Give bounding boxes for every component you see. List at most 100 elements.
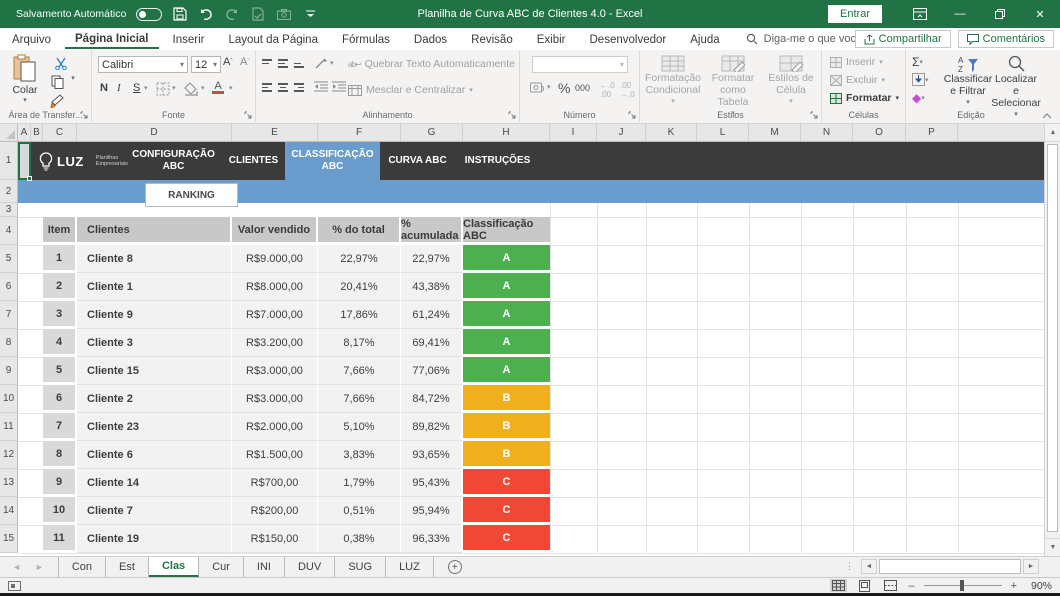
page-break-view-icon[interactable] <box>882 579 899 592</box>
ribbon-tab[interactable]: Página Inicial <box>65 30 159 49</box>
column-header[interactable]: O <box>853 124 906 142</box>
autosave-toggle[interactable] <box>136 8 162 21</box>
valor-cell[interactable]: R$200,00 <box>232 497 318 525</box>
pct-total-cell[interactable]: 3,83% <box>318 441 401 469</box>
row-header[interactable]: 7 <box>0 301 18 329</box>
maximize-button[interactable] <box>980 0 1020 28</box>
ribbon-tab[interactable]: Layout da Página <box>218 31 328 48</box>
classificacao-cell[interactable]: A <box>463 273 550 301</box>
column-header[interactable]: J <box>597 124 646 142</box>
cliente-cell[interactable]: Cliente 8 <box>77 245 232 273</box>
pct-acumulada-cell[interactable]: 43,38% <box>401 273 463 301</box>
header-clientes[interactable]: Clientes <box>77 217 232 245</box>
scroll-right-button[interactable]: ► <box>1023 559 1039 574</box>
pct-acumulada-cell[interactable]: 77,06% <box>401 357 463 385</box>
cliente-cell[interactable]: Cliente 15 <box>77 357 232 385</box>
valor-cell[interactable]: R$9.000,00 <box>232 245 318 273</box>
row-header[interactable]: 3 <box>0 203 18 217</box>
header-valor[interactable]: Valor vendido <box>232 217 318 245</box>
ribbon-tab[interactable]: Revisão <box>461 31 523 48</box>
item-cell[interactable]: 11 <box>43 525 77 553</box>
bold-button[interactable]: N <box>100 82 108 94</box>
valor-cell[interactable]: R$700,00 <box>232 469 318 497</box>
decrease-font-icon[interactable]: Aˇ <box>240 56 250 68</box>
pct-total-cell[interactable]: 0,38% <box>318 525 401 553</box>
alignment-dialog-launcher[interactable] <box>508 111 516 119</box>
pct-total-cell[interactable]: 20,41% <box>318 273 401 301</box>
increase-indent-icon[interactable] <box>332 81 346 93</box>
styles-dialog-launcher[interactable] <box>810 111 818 119</box>
item-cell[interactable]: 2 <box>43 273 77 301</box>
row-header[interactable]: 14 <box>0 497 18 525</box>
row-header[interactable]: 2 <box>0 180 18 203</box>
horizontal-scroll-thumb[interactable] <box>879 559 1021 574</box>
sheet-nav-tab[interactable]: CURVA ABC <box>380 142 455 180</box>
item-cell[interactable]: 3 <box>43 301 77 329</box>
fill-icon[interactable]: ▾ <box>912 73 929 86</box>
number-format-combo[interactable]: ▾ <box>532 56 628 73</box>
valor-cell[interactable]: R$8.000,00 <box>232 273 318 301</box>
row-header[interactable]: 6 <box>0 273 18 301</box>
item-cell[interactable]: 8 <box>43 441 77 469</box>
header-classificacao[interactable]: Classificação ABC <box>463 217 550 245</box>
underline-button[interactable]: S <box>133 82 140 94</box>
format-painter-icon[interactable] <box>48 93 66 109</box>
classificacao-cell[interactable]: A <box>463 329 550 357</box>
comma-style-icon[interactable]: 000 <box>575 83 590 93</box>
cliente-cell[interactable]: Cliente 2 <box>77 385 232 413</box>
classificacao-cell[interactable]: C <box>463 525 550 553</box>
valor-cell[interactable]: R$150,00 <box>232 525 318 553</box>
pct-acumulada-cell[interactable]: 96,33% <box>401 525 463 553</box>
column-header[interactable]: L <box>697 124 749 142</box>
valor-cell[interactable]: R$3.200,00 <box>232 329 318 357</box>
column-header[interactable]: K <box>646 124 697 142</box>
font-color-icon[interactable]: A <box>212 81 224 94</box>
cliente-cell[interactable]: Cliente 7 <box>77 497 232 525</box>
row-header[interactable]: 13 <box>0 469 18 497</box>
borders-dropdown[interactable]: ▾ <box>172 84 176 92</box>
autosum-icon[interactable]: Σ▾ <box>912 55 923 69</box>
cliente-cell[interactable]: Cliente 23 <box>77 413 232 441</box>
pct-total-cell[interactable]: 7,66% <box>318 357 401 385</box>
pct-acumulada-cell[interactable]: 93,65% <box>401 441 463 469</box>
cliente-cell[interactable]: Cliente 19 <box>77 525 232 553</box>
sheet-tab[interactable]: SUG <box>335 557 386 577</box>
row-header[interactable]: 10 <box>0 385 18 413</box>
column-header[interactable]: B <box>31 124 43 142</box>
accounting-format-icon[interactable] <box>530 81 545 95</box>
vertical-scroll-thumb[interactable] <box>1047 144 1058 532</box>
column-header[interactable]: P <box>906 124 958 142</box>
merge-center-button[interactable]: Mesclar e Centralizar ▾ <box>348 84 473 96</box>
wrap-text-button[interactable]: ab↩ Quebrar Texto Automaticamente <box>348 58 515 70</box>
row-header[interactable]: 8 <box>0 329 18 357</box>
horizontal-scrollbar[interactable]: ⋮ ◄ ► <box>845 556 1060 577</box>
selected-cell-a1[interactable] <box>18 142 31 180</box>
zoom-level[interactable]: 90% <box>1026 580 1052 592</box>
pct-total-cell[interactable]: 7,66% <box>318 385 401 413</box>
classificacao-cell[interactable]: B <box>463 385 550 413</box>
save-icon[interactable] <box>172 6 188 22</box>
align-top-icon[interactable] <box>262 57 272 70</box>
clipboard-dialog-launcher[interactable] <box>80 111 88 119</box>
row-header[interactable]: 12 <box>0 441 18 469</box>
close-button[interactable]: ✕ <box>1020 0 1060 28</box>
normal-view-icon[interactable] <box>830 579 847 592</box>
item-cell[interactable]: 9 <box>43 469 77 497</box>
ribbon-tab[interactable]: Arquivo <box>2 31 61 48</box>
borders-icon[interactable] <box>156 82 170 96</box>
ribbon-tab[interactable]: Fórmulas <box>332 31 400 48</box>
pct-total-cell[interactable]: 17,86% <box>318 301 401 329</box>
copy-icon[interactable] <box>48 74 66 90</box>
item-cell[interactable]: 7 <box>43 413 77 441</box>
sheet-tab[interactable]: LUZ <box>386 557 434 577</box>
sheet-nav-tab[interactable]: CONFIGURAÇÃO ABC <box>125 142 222 180</box>
percent-style-icon[interactable]: % <box>558 80 570 96</box>
classificacao-cell[interactable]: C <box>463 497 550 525</box>
sheet-tab[interactable]: DUV <box>285 557 335 577</box>
column-header[interactable]: H <box>463 124 550 142</box>
fill-handle[interactable] <box>27 176 32 181</box>
align-right-icon[interactable] <box>294 81 304 94</box>
fill-color-icon[interactable] <box>184 82 199 96</box>
sort-filter-button[interactable]: A Z Classificar e Filtrar ▾ <box>942 55 994 109</box>
copy-dropdown[interactable]: ▾ <box>68 74 78 82</box>
